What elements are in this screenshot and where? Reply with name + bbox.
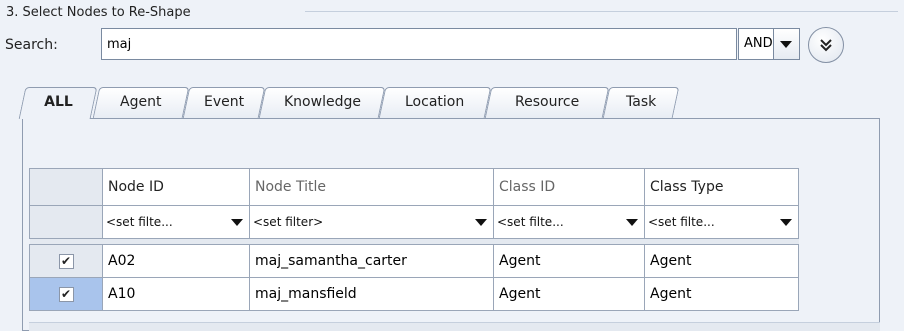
search-label: Search:: [5, 37, 58, 53]
expand-options-button[interactable]: [808, 27, 844, 63]
column-header-node-title[interactable]: Node Title: [249, 168, 494, 206]
cell-node-title[interactable]: maj_samantha_carter: [249, 244, 494, 278]
table-empty-area: [29, 322, 880, 331]
section-title: 3. Select Nodes to Re-Shape: [6, 5, 191, 20]
reshape-panel: 3. Select Nodes to Re-Shape Search: AND …: [0, 0, 904, 331]
filter-dropdown-button[interactable]: [620, 218, 644, 226]
tab-agent[interactable]: Agent: [92, 87, 190, 118]
row-select-cell[interactable]: ✔: [29, 277, 103, 311]
filter-node-title[interactable]: <set filter>: [249, 205, 494, 239]
column-header-node-id[interactable]: Node ID: [102, 168, 250, 206]
checkmark-icon[interactable]: ✔: [58, 287, 74, 302]
filter-class-id[interactable]: <set filte...: [493, 205, 645, 239]
filter-text: <set filte...: [106, 215, 173, 229]
row-select-cell[interactable]: ✔: [29, 244, 103, 278]
cell-class-type[interactable]: Agent: [644, 244, 799, 278]
triangle-down-icon: [780, 40, 793, 48]
column-header-class-id[interactable]: Class ID: [493, 168, 645, 206]
table-header-row: Node ID Node Title Class ID Class Type: [29, 168, 799, 206]
filter-row: <set filte... <set filter> <set filte...…: [29, 205, 799, 239]
filter-dropdown-button[interactable]: [469, 218, 493, 226]
triangle-down-icon: [231, 218, 243, 226]
tab-resource[interactable]: Resource: [484, 87, 610, 118]
section-divider: [305, 11, 898, 12]
operator-select[interactable]: AND: [738, 28, 800, 60]
cell-node-title[interactable]: maj_mansfield: [249, 277, 494, 311]
header-corner: [29, 168, 103, 206]
triangle-down-icon: [780, 218, 792, 226]
filter-class-type[interactable]: <set filte...: [644, 205, 799, 239]
tab-event[interactable]: Event: [182, 87, 266, 118]
checkmark-icon[interactable]: ✔: [58, 254, 74, 269]
tab-task[interactable]: Task: [602, 87, 680, 118]
cell-class-type[interactable]: Agent: [644, 277, 799, 311]
filter-text: <set filte...: [648, 215, 715, 229]
cell-node-id[interactable]: A02: [102, 244, 250, 278]
triangle-down-icon: [626, 218, 638, 226]
table-row[interactable]: ✔ A02 maj_samantha_carter Agent Agent: [29, 244, 799, 278]
operator-value: AND: [739, 29, 774, 59]
filter-text: <set filte...: [497, 215, 564, 229]
table-row[interactable]: ✔ A10 maj_mansfield Agent Agent: [29, 277, 799, 311]
tab-location[interactable]: Location: [378, 87, 492, 118]
tab-all[interactable]: ALL: [18, 87, 98, 119]
tab-knowledge[interactable]: Knowledge: [258, 87, 386, 118]
triangle-down-icon: [475, 218, 487, 226]
cell-class-id[interactable]: Agent: [493, 277, 645, 311]
filter-corner: [29, 205, 103, 239]
operator-dropdown-button[interactable]: [774, 29, 799, 59]
filter-dropdown-button[interactable]: [225, 218, 249, 226]
nodes-table: Node ID Node Title Class ID Class Type <…: [29, 168, 799, 311]
filter-node-id[interactable]: <set filte...: [102, 205, 250, 239]
cell-node-id[interactable]: A10: [102, 277, 250, 311]
filter-dropdown-button[interactable]: [774, 218, 798, 226]
double-chevron-down-icon: [820, 39, 832, 52]
cell-class-id[interactable]: Agent: [493, 244, 645, 278]
filter-text: <set filter>: [253, 215, 324, 229]
column-header-class-type[interactable]: Class Type: [644, 168, 799, 206]
search-input[interactable]: [101, 28, 737, 60]
